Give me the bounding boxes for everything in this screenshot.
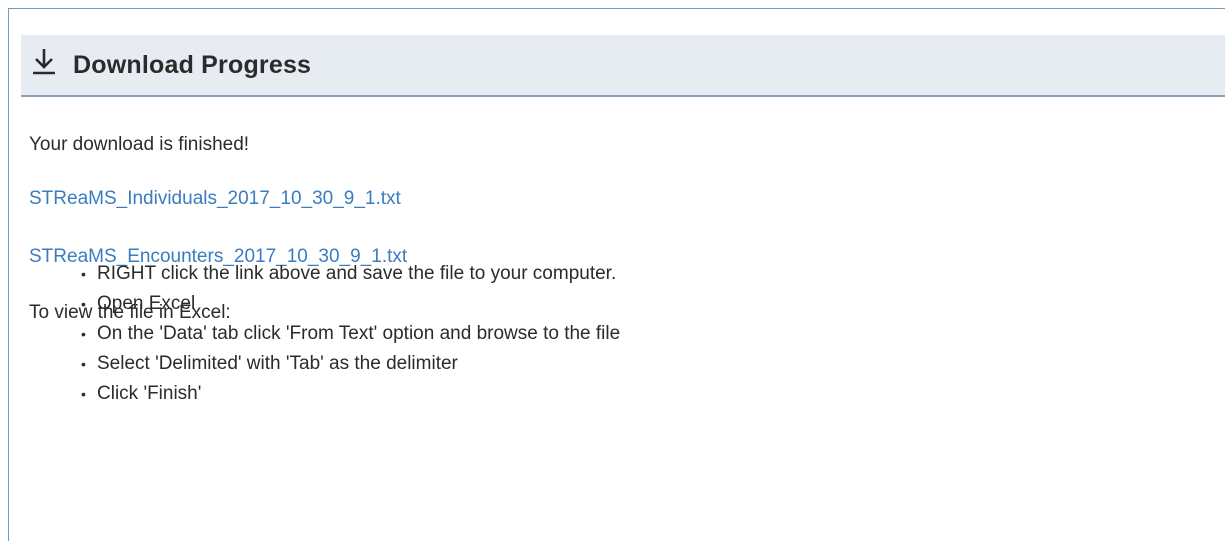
bullet: • [81,296,86,312]
list-item: • Click 'Finish' [75,379,620,409]
bullet: • [81,326,86,342]
panel-header: Download Progress [21,35,1225,97]
list-item: • Open Excel [75,289,620,319]
step-text: Open Excel [97,293,196,314]
bullet: • [81,386,86,402]
step-text: On the 'Data' tab click 'From Text' opti… [97,323,621,344]
step-text: Select 'Delimited' with 'Tab' as the del… [97,353,458,374]
bullet: • [81,266,86,282]
list-item: • On the 'Data' tab click 'From Text' op… [75,319,620,349]
bullet: • [81,356,86,372]
instructions-list: • RIGHT click the link above and save th… [75,259,620,409]
step-text: RIGHT click the link above and save the … [97,263,617,284]
list-item: • Select 'Delimited' with 'Tab' as the d… [75,349,620,379]
download-icon [33,49,55,75]
page-title: Download Progress [73,50,312,79]
status-message: Your download is finished! [29,134,250,155]
step-text: Click 'Finish' [97,383,202,404]
file-link-individuals[interactable]: STReaMS_Individuals_2017_10_30_9_1.txt [29,188,401,210]
list-item: • RIGHT click the link above and save th… [75,259,620,289]
